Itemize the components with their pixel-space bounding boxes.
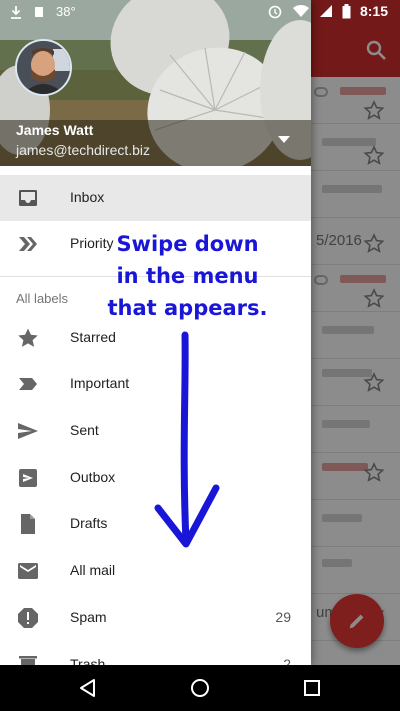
- outbox-icon: [19, 469, 37, 487]
- clock: 8:15: [359, 3, 388, 19]
- drawer-item-label: Outbox: [70, 469, 116, 485]
- trash-icon: [19, 656, 37, 665]
- annotation-line: that appears.: [107, 296, 268, 320]
- important-icon: [19, 378, 37, 390]
- temperature: 38°: [56, 4, 76, 19]
- weather-icon: [35, 6, 43, 17]
- back-icon[interactable]: [76, 676, 100, 700]
- download-icon: [11, 5, 21, 19]
- account-email: james@techdirect.biz: [16, 142, 151, 158]
- priority-icon: [19, 237, 37, 251]
- home-icon[interactable]: [188, 676, 212, 700]
- drawer-item-trash[interactable]: Trash 2: [0, 642, 311, 665]
- drawer-item-label: Sent: [70, 422, 99, 438]
- recent-apps-icon[interactable]: [300, 676, 324, 700]
- drawer-item-label: All mail: [70, 562, 116, 578]
- drawer-item-label: Important: [70, 375, 130, 391]
- drawer-item-label: Spam: [70, 609, 107, 625]
- annotation-line: Swipe down: [116, 232, 259, 256]
- status-bar: 38° 8:15: [0, 0, 400, 24]
- avatar[interactable]: [15, 39, 72, 96]
- drawer-item-label: Drafts: [70, 515, 108, 531]
- section-label-all-labels: All labels: [16, 291, 69, 306]
- drawer-item-spam[interactable]: Spam 29: [0, 595, 311, 641]
- draft-file-icon: [21, 514, 35, 534]
- wifi-icon: [292, 4, 309, 17]
- send-icon: [18, 423, 38, 439]
- account-header[interactable]: James Watt james@techdirect.biz: [0, 0, 311, 166]
- drawer-item-inbox[interactable]: Inbox: [0, 175, 311, 221]
- down-arrow-annotation-icon: [154, 331, 220, 548]
- account-name: James Watt: [16, 122, 94, 138]
- spam-count: 29: [275, 609, 291, 625]
- system-navigation-bar: [0, 665, 400, 711]
- drawer-item-label: Inbox: [70, 189, 105, 205]
- annotation-line: in the menu: [116, 264, 259, 288]
- inbox-icon: [19, 190, 37, 206]
- instruction-annotation: Swipe down in the menu that appears.: [100, 228, 275, 324]
- account-switcher-arrow-icon[interactable]: [278, 136, 290, 144]
- drawer-item-label: Trash: [70, 656, 106, 665]
- trash-count: 2: [283, 656, 291, 665]
- signal-icon: [319, 5, 332, 17]
- all-mail-icon: [18, 563, 38, 579]
- spam-warning-icon: [18, 608, 38, 628]
- drawer-item-label: Starred: [70, 329, 116, 345]
- star-icon: [18, 328, 38, 347]
- battery-icon: [342, 3, 351, 18]
- alarm-icon: [268, 5, 282, 19]
